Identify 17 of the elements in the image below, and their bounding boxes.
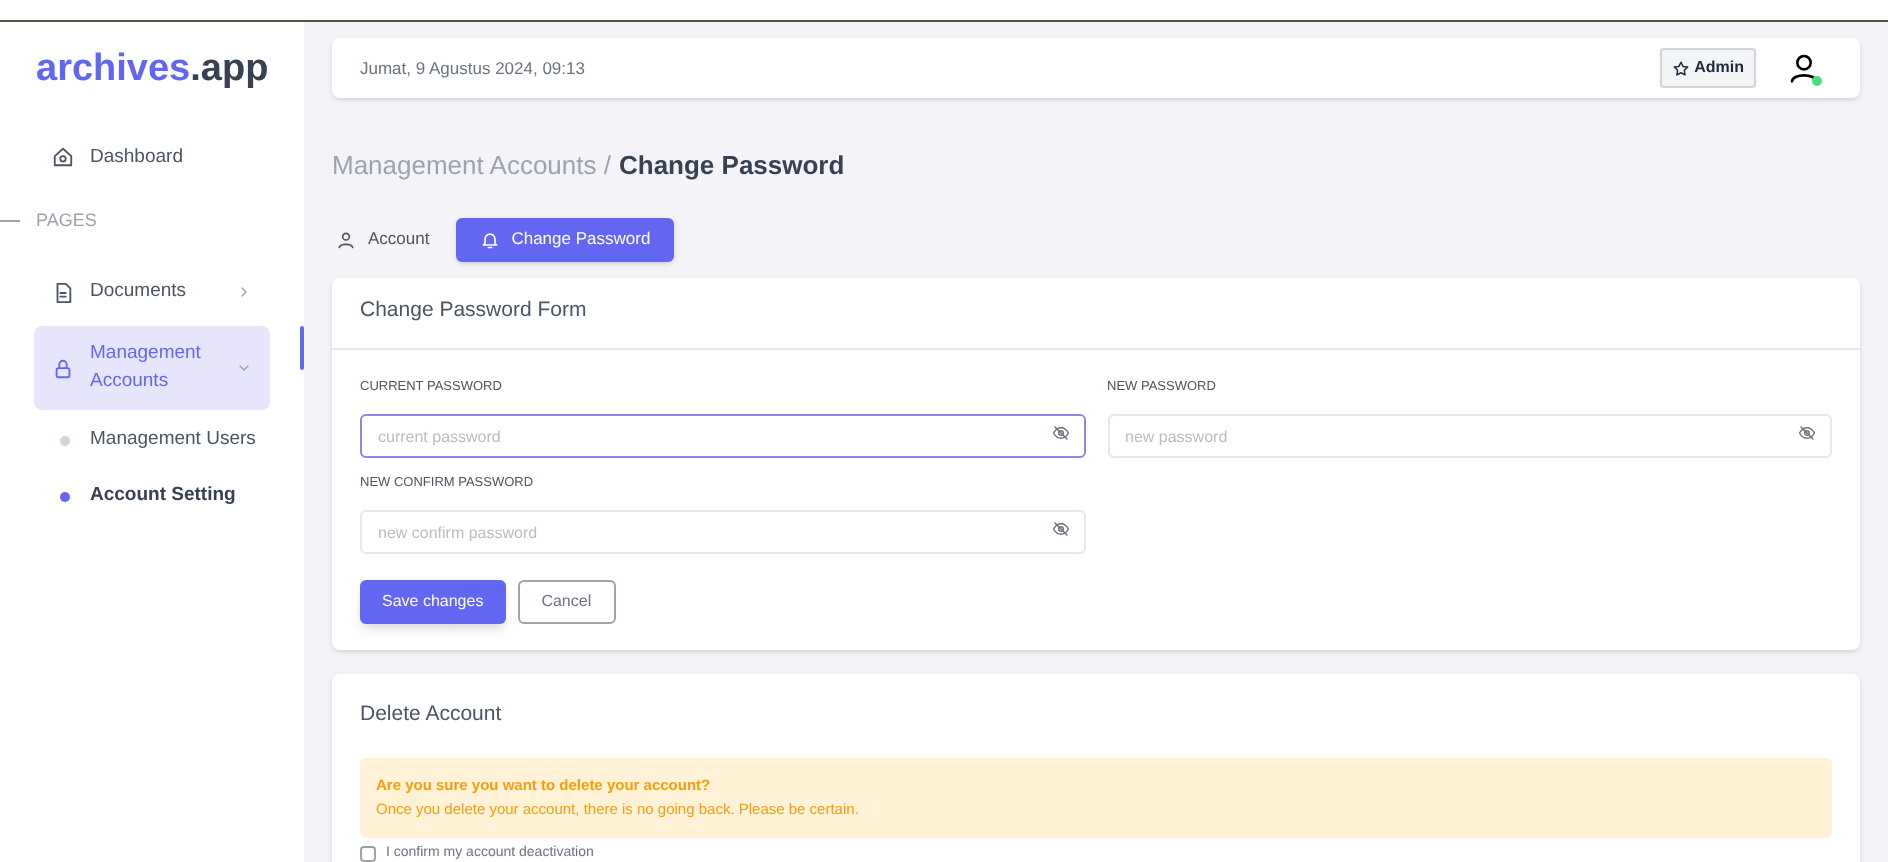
card-title: Delete Account [360,700,504,731]
role-badge[interactable]: Admin [1660,48,1756,89]
date-time: Jumat, 9 Agustus 2024, 09:13 [360,55,587,81]
cancel-button[interactable]: Cancel [517,580,616,625]
save-button[interactable]: Save changes [360,580,506,625]
breadcrumb-current: Change Password [618,148,845,185]
submenu-item[interactable]: Management Users [0,414,304,467]
sidebar-item[interactable]: Management Accounts [34,326,270,410]
submenu-item[interactable]: Account Setting [0,470,304,523]
app-logo[interactable]: archives.app [0,42,304,99]
sidebar-item[interactable]: Dashboard [34,127,270,187]
tab[interactable]: Change Password [455,217,675,262]
card-title: Change Password Form [332,277,1860,350]
sidebar-item[interactable]: Documents [34,262,270,322]
tab[interactable]: Account [332,217,434,262]
password-field[interactable]: current password [360,414,1085,458]
section-label: PAGES [36,207,97,233]
